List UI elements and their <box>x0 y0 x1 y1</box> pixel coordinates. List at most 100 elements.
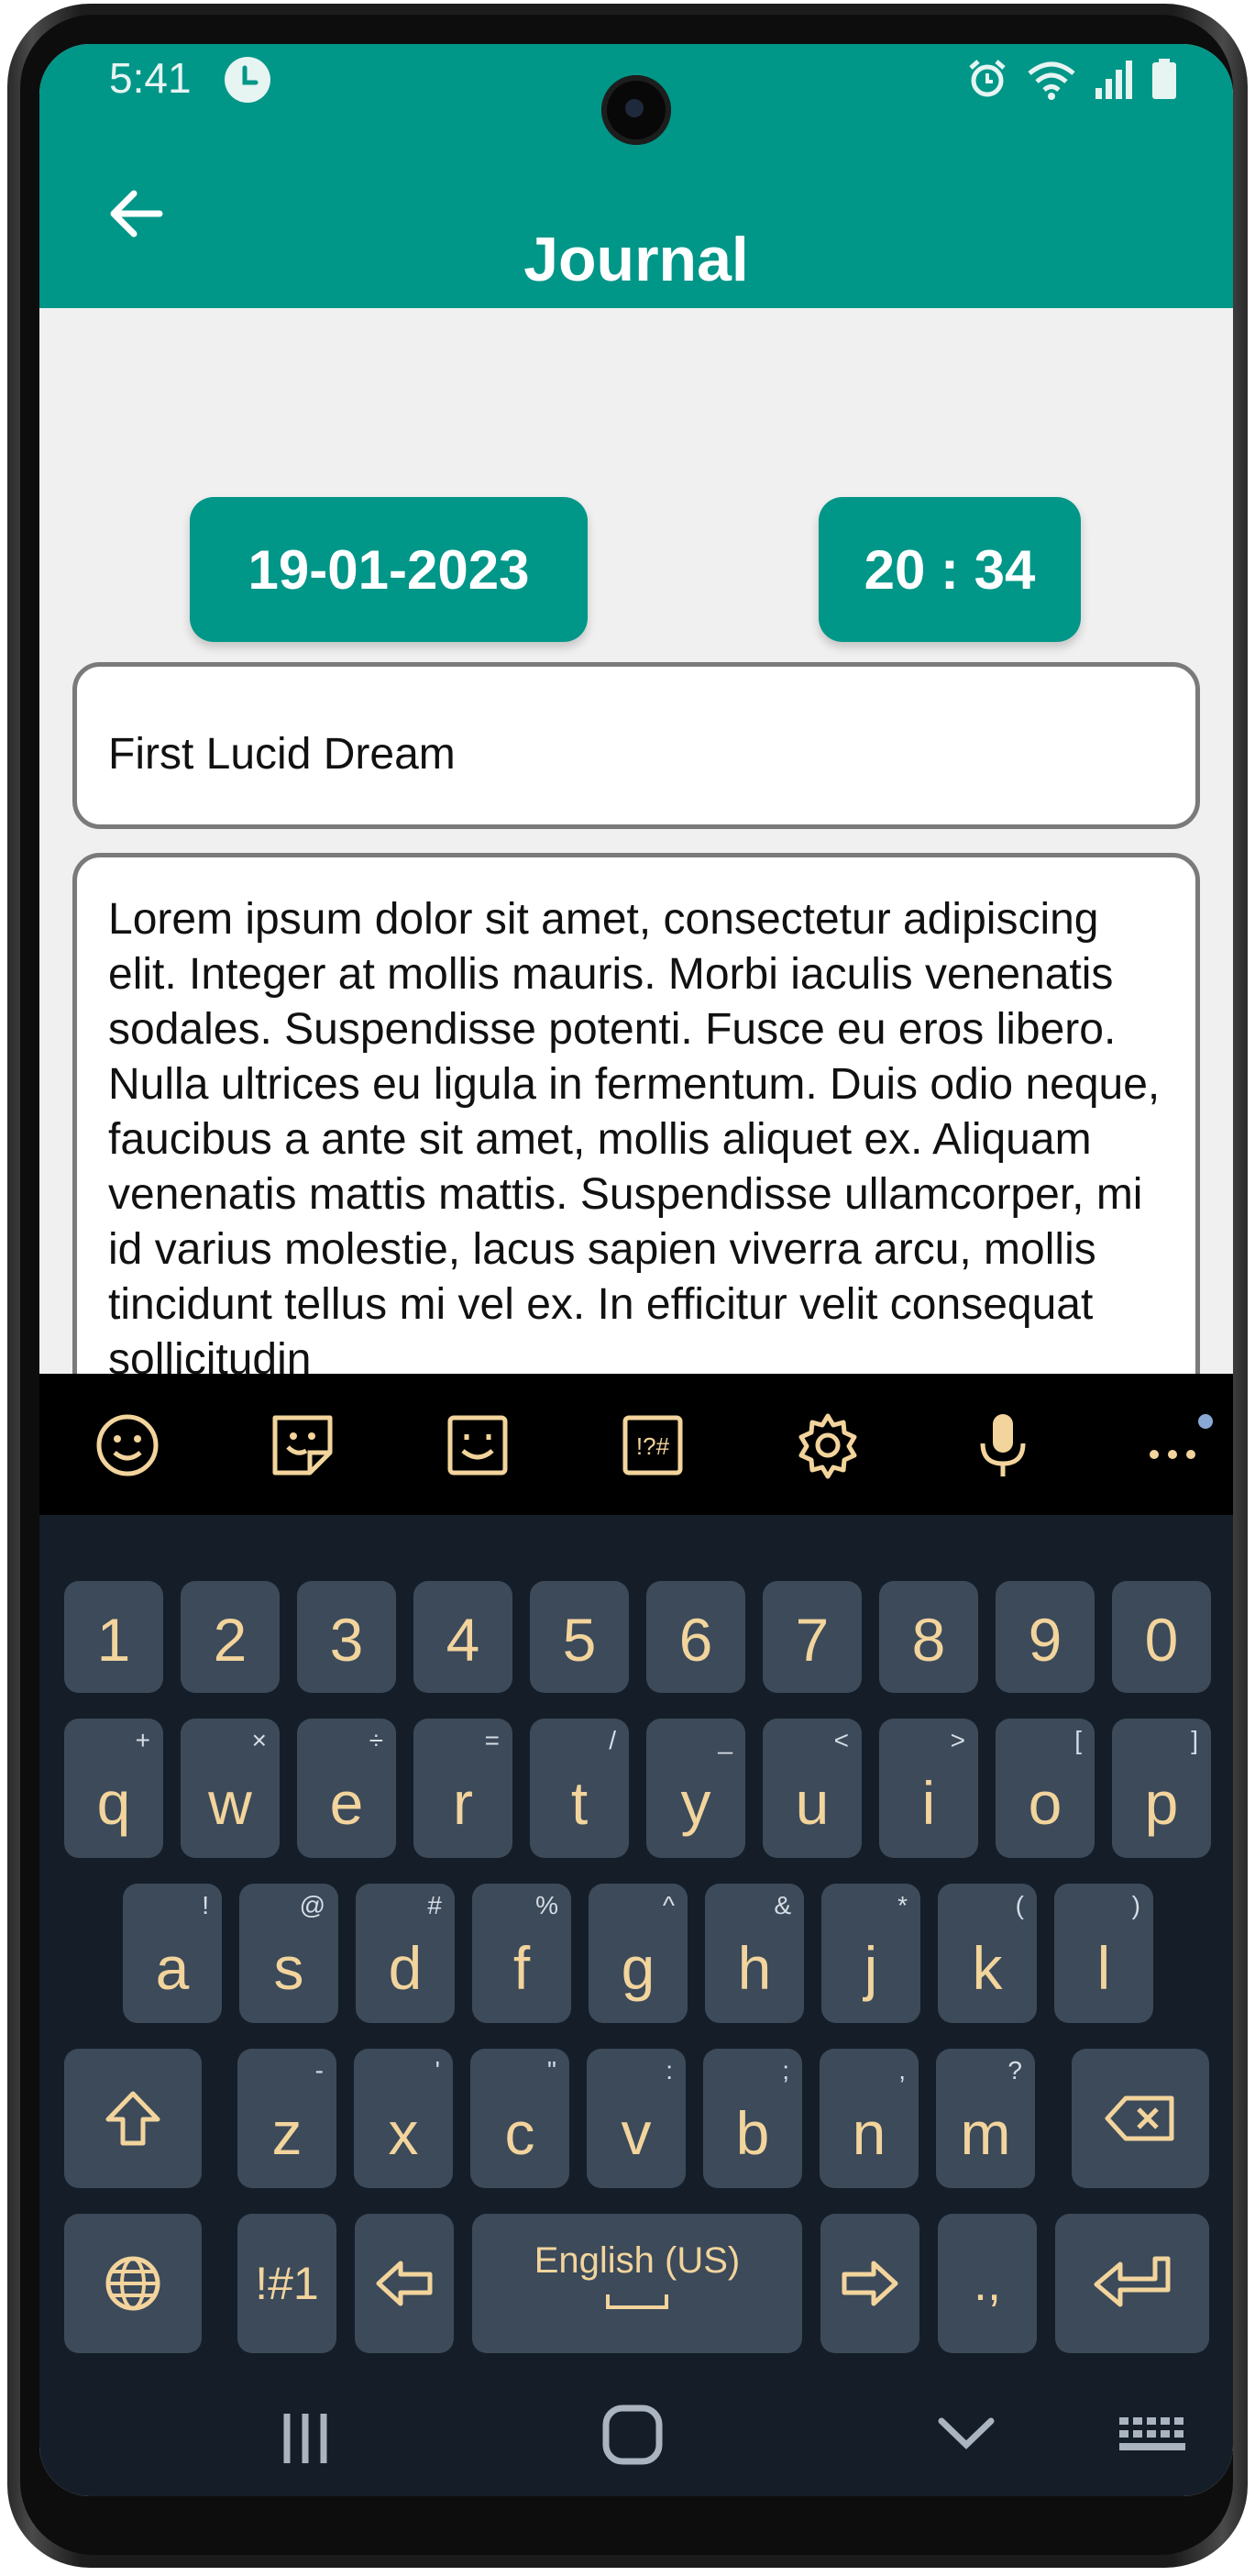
keyboard-switch-button[interactable] <box>1117 2414 1191 2465</box>
keyboard: 1 2 3 4 5 6 7 8 9 0 q + w × e ÷ r = t / y _ u < i > o[p] a! s @ d # f% g ^… <box>39 1515 1233 2496</box>
key-c[interactable]: c " <box>470 2049 569 2188</box>
key-7[interactable]: 7 <box>763 1581 862 1693</box>
home-icon <box>602 2405 663 2465</box>
key-8-label: 8 <box>911 1606 946 1674</box>
chevron-down-icon <box>938 2417 995 2449</box>
key-3-label: 3 <box>329 1606 364 1674</box>
backspace-key[interactable] <box>1072 2049 1209 2188</box>
key-a-alt-label: ! <box>202 1891 209 1919</box>
key-q[interactable]: q + <box>64 1719 163 1858</box>
entry-body-textarea[interactable]: Lorem ipsum dolor sit amet, consectetur … <box>72 853 1200 1403</box>
hide-keyboard-button[interactable] <box>934 2410 1007 2465</box>
status-time: 5:41 <box>109 54 192 102</box>
entry-title-input[interactable]: First Lucid Dream <box>72 662 1200 829</box>
cursor-left-key[interactable] <box>355 2214 454 2353</box>
keyboard-icon <box>1119 2417 1185 2450</box>
bitmoji-icon[interactable] <box>439 1407 516 1484</box>
key-q-label: q <box>96 1769 131 1837</box>
microphone-icon[interactable] <box>964 1407 1041 1484</box>
page-title: Journal <box>523 225 749 294</box>
symbols-key[interactable]: !#1 <box>237 2214 336 2353</box>
key-5[interactable]: 5 <box>530 1581 629 1693</box>
shift-key[interactable] <box>64 2049 202 2188</box>
key-d-label: d <box>388 1934 423 2002</box>
key-5-label: 5 <box>562 1606 597 1674</box>
key-1-label: 1 <box>96 1606 131 1674</box>
key-y[interactable]: y _ <box>646 1719 745 1858</box>
punctuation-key[interactable]: ., <box>938 2214 1037 2353</box>
key-u[interactable]: u < <box>763 1719 862 1858</box>
key-v[interactable]: v: <box>587 2049 686 2188</box>
enter-key[interactable] <box>1055 2214 1209 2353</box>
key-c-label: c <box>504 2099 535 2167</box>
key-a[interactable]: a! <box>123 1884 222 2023</box>
language-key[interactable] <box>64 2214 202 2353</box>
key-x-label: x <box>388 2099 419 2167</box>
signal-icon <box>1095 61 1132 99</box>
backspace-icon <box>1105 2095 1174 2141</box>
key-x[interactable]: x ' <box>354 2049 453 2188</box>
key-f-label: f <box>512 1934 531 2002</box>
key-p-alt-label: ] <box>1191 1726 1198 1754</box>
key-s[interactable]: s @ <box>239 1884 338 2023</box>
key-2[interactable]: 2 <box>181 1581 280 1693</box>
key-w[interactable]: w × <box>181 1719 280 1858</box>
app-bar: 5:41 Journal <box>39 44 1233 308</box>
key-i-label: i <box>921 1769 936 1837</box>
home-button[interactable] <box>600 2403 674 2476</box>
system-nav-bar <box>39 2370 1233 2496</box>
more-icon[interactable] <box>1139 1407 1216 1484</box>
space-icon <box>606 2294 668 2309</box>
key-z-alt-label: - <box>314 2056 324 2084</box>
key-z[interactable]: z- <box>237 2049 336 2188</box>
date-picker-button[interactable]: 19-01-2023 <box>190 497 588 642</box>
key-k[interactable]: k( <box>938 1884 1037 2023</box>
key-o-alt-label: [ <box>1074 1726 1082 1754</box>
key-r[interactable]: r = <box>413 1719 512 1858</box>
key-t[interactable]: t / <box>530 1719 629 1858</box>
key-0[interactable]: 0 <box>1112 1581 1211 1693</box>
key-i-alt-label: > <box>950 1726 965 1754</box>
key-v-alt-label: : <box>666 2056 673 2084</box>
key-9[interactable]: 9 <box>996 1581 1095 1693</box>
emoji-icon[interactable] <box>89 1407 166 1484</box>
recent-apps-icon <box>283 2414 327 2463</box>
keyboard-toolbar: !?# <box>39 1374 1233 1515</box>
key-o[interactable]: o[ <box>996 1719 1095 1858</box>
gear-icon[interactable] <box>789 1407 866 1484</box>
svg-text:!?#: !?# <box>636 1432 670 1460</box>
key-4[interactable]: 4 <box>413 1581 512 1693</box>
key-l[interactable]: l) <box>1054 1884 1153 2023</box>
key-p-label: p <box>1144 1769 1179 1837</box>
symbols-icon[interactable]: !?# <box>614 1407 691 1484</box>
time-picker-button[interactable]: 20 : 34 <box>819 497 1081 642</box>
key-3[interactable]: 3 <box>297 1581 396 1693</box>
key-e[interactable]: e ÷ <box>297 1719 396 1858</box>
space-key[interactable]: English (US) <box>472 2214 802 2353</box>
key-6[interactable]: 6 <box>646 1581 745 1693</box>
key-6-label: 6 <box>678 1606 713 1674</box>
key-f[interactable]: f% <box>472 1884 571 2023</box>
key-4-label: 4 <box>446 1606 480 1674</box>
key-g[interactable]: g ^ <box>589 1884 688 2023</box>
key-u-alt-label: < <box>833 1726 849 1754</box>
key-i[interactable]: i > <box>879 1719 978 1858</box>
key-h-alt-label: & <box>774 1891 791 1919</box>
shift-icon <box>105 2091 160 2146</box>
key-b[interactable]: b; <box>703 2049 802 2188</box>
key-8[interactable]: 8 <box>879 1581 978 1693</box>
key-w-label: w <box>208 1769 252 1837</box>
recent-apps-button[interactable] <box>269 2406 342 2471</box>
key-d[interactable]: d # <box>356 1884 455 2023</box>
sticker-icon[interactable] <box>264 1407 341 1484</box>
key-f-alt-label: % <box>535 1891 558 1919</box>
key-p[interactable]: p] <box>1112 1719 1211 1858</box>
key-b-alt-label: ; <box>782 2056 789 2084</box>
key-j[interactable]: j * <box>821 1884 920 2023</box>
key-n[interactable]: n, <box>820 2049 919 2188</box>
key-m[interactable]: m? <box>936 2049 1035 2188</box>
key-1[interactable]: 1 <box>64 1581 163 1693</box>
cursor-right-key[interactable] <box>820 2214 919 2353</box>
battery-icon <box>1152 59 1176 99</box>
key-h[interactable]: h & <box>705 1884 804 2023</box>
